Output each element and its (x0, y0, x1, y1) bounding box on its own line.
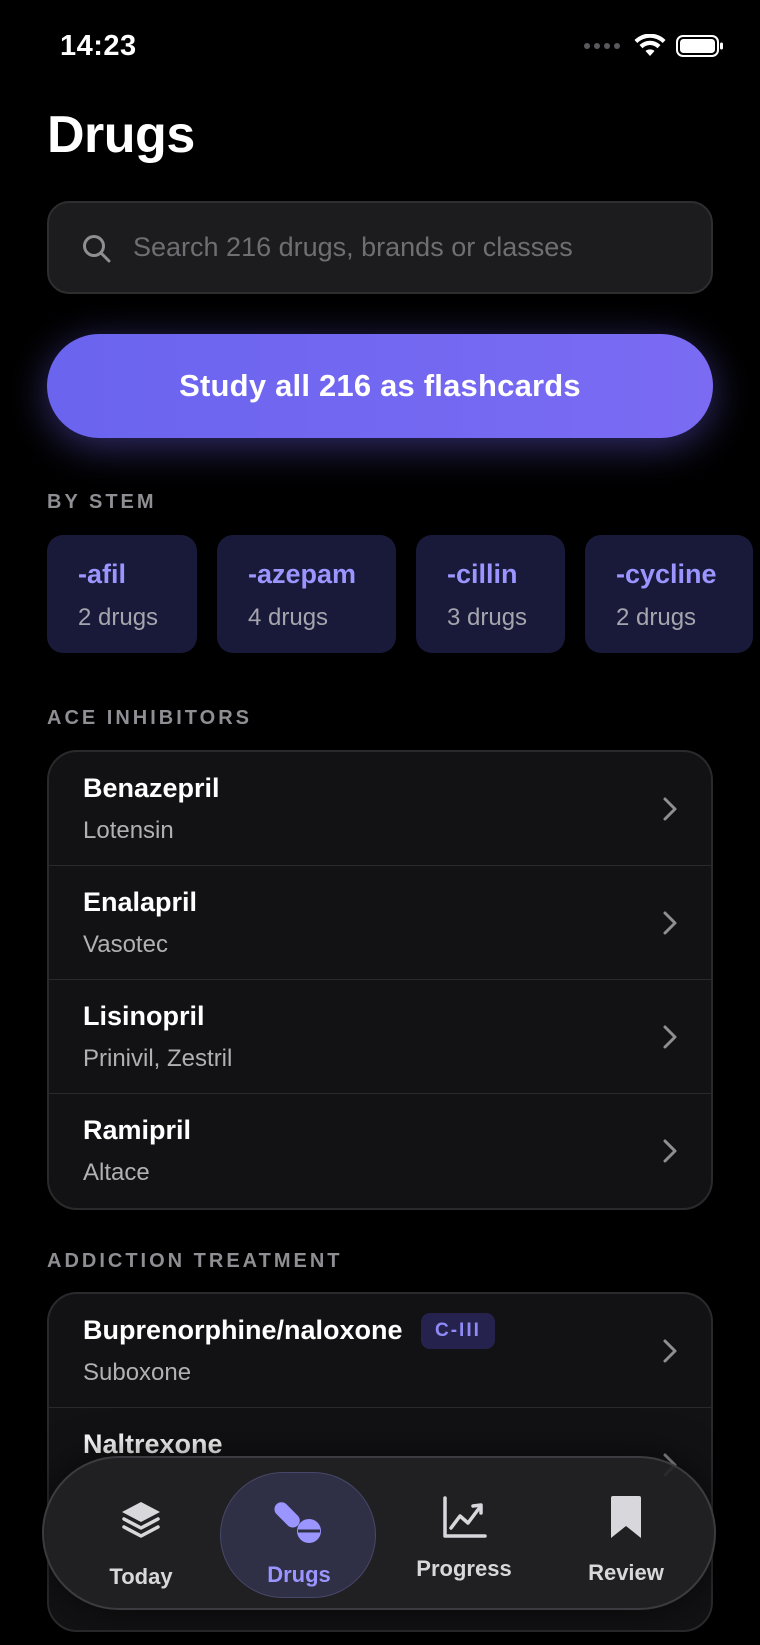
battery-icon (676, 35, 723, 57)
stem-name: -afil (78, 559, 127, 589)
tab-label: Today (109, 1564, 173, 1589)
tab-drugs[interactable]: Drugs (220, 1458, 376, 1612)
drug-name: Ramipril (83, 1115, 192, 1145)
brand-name: Vasotec (83, 931, 168, 958)
stem-count: 4 drugs (248, 604, 329, 631)
stem-chip-cillin[interactable]: -cillin 3 drugs (416, 535, 565, 653)
layers-icon (122, 1502, 160, 1538)
brand-name: Prinivil, Zestril (83, 1045, 233, 1072)
stem-chip-azepam[interactable]: -azepam 4 drugs (217, 535, 396, 653)
list-item[interactable]: Lisinopril Prinivil, Zestril (49, 980, 711, 1094)
page-title: Drugs (47, 106, 195, 164)
stem-name: -cycline (616, 559, 717, 589)
stem-count: 2 drugs (616, 604, 697, 631)
brand-name: Altace (83, 1159, 150, 1186)
stem-chip-cycline[interactable]: -cycline 2 drugs (585, 535, 753, 653)
study-all-flashcards-button[interactable]: Study all 216 as flashcards (47, 334, 713, 438)
search-bar[interactable] (47, 201, 713, 294)
drug-name: Benazepril (83, 773, 220, 803)
drug-name: Lisinopril (83, 1001, 205, 1031)
cellular-signal-icon (584, 43, 620, 49)
tab-bar: Today Drugs Progress Review (42, 1456, 716, 1610)
stem-name: -cillin (447, 559, 518, 589)
search-input[interactable] (133, 203, 693, 292)
chart-icon (443, 1496, 487, 1538)
chevron-right-icon (663, 1139, 677, 1163)
list-item[interactable]: Ramipril Altace (49, 1094, 711, 1208)
list-item[interactable]: Buprenorphine/naloxone C-III Suboxone (49, 1294, 711, 1408)
chevron-right-icon (663, 1339, 677, 1363)
tab-progress[interactable]: Progress (389, 1458, 539, 1612)
tab-label: Drugs (267, 1562, 331, 1587)
list-item[interactable]: Benazepril Lotensin (49, 752, 711, 866)
tab-review[interactable]: Review (551, 1458, 701, 1612)
chevron-right-icon (663, 911, 677, 935)
stem-count: 3 drugs (447, 604, 528, 631)
status-time: 14:23 (60, 30, 137, 62)
stem-name: -azepam (248, 559, 357, 589)
list-item[interactable]: Enalapril Vasotec (49, 866, 711, 980)
schedule-badge: C-III (421, 1313, 495, 1349)
tab-today[interactable]: Today (66, 1458, 216, 1612)
stem-count: 2 drugs (78, 604, 159, 631)
brand-name: Lotensin (83, 817, 174, 844)
tab-label: Review (588, 1560, 664, 1585)
search-icon (83, 235, 111, 263)
tab-label: Progress (416, 1556, 512, 1581)
brand-name: Suboxone (83, 1359, 192, 1386)
section-label-addiction-treatment: ADDICTION TREATMENT (47, 1250, 343, 1272)
chevron-right-icon (663, 1025, 677, 1049)
pills-icon (274, 1502, 321, 1543)
status-indicators (584, 34, 724, 58)
bookmark-icon (611, 1496, 641, 1538)
chevron-right-icon (663, 797, 677, 821)
ace-inhibitors-list: Benazepril Lotensin Enalapril Vasotec Li… (47, 750, 713, 1210)
stem-chips: -afil 2 drugs -azepam 4 drugs -cillin 3 … (47, 535, 753, 653)
section-label-by-stem: BY STEM (47, 491, 157, 513)
status-bar: 14:23 (0, 0, 760, 90)
drug-name: Enalapril (83, 887, 198, 917)
section-label-ace-inhibitors: ACE INHIBITORS (47, 707, 252, 729)
wifi-icon (634, 34, 666, 56)
stem-chip-afil[interactable]: -afil 2 drugs (47, 535, 197, 653)
drug-name: Buprenorphine/naloxone (83, 1315, 403, 1345)
